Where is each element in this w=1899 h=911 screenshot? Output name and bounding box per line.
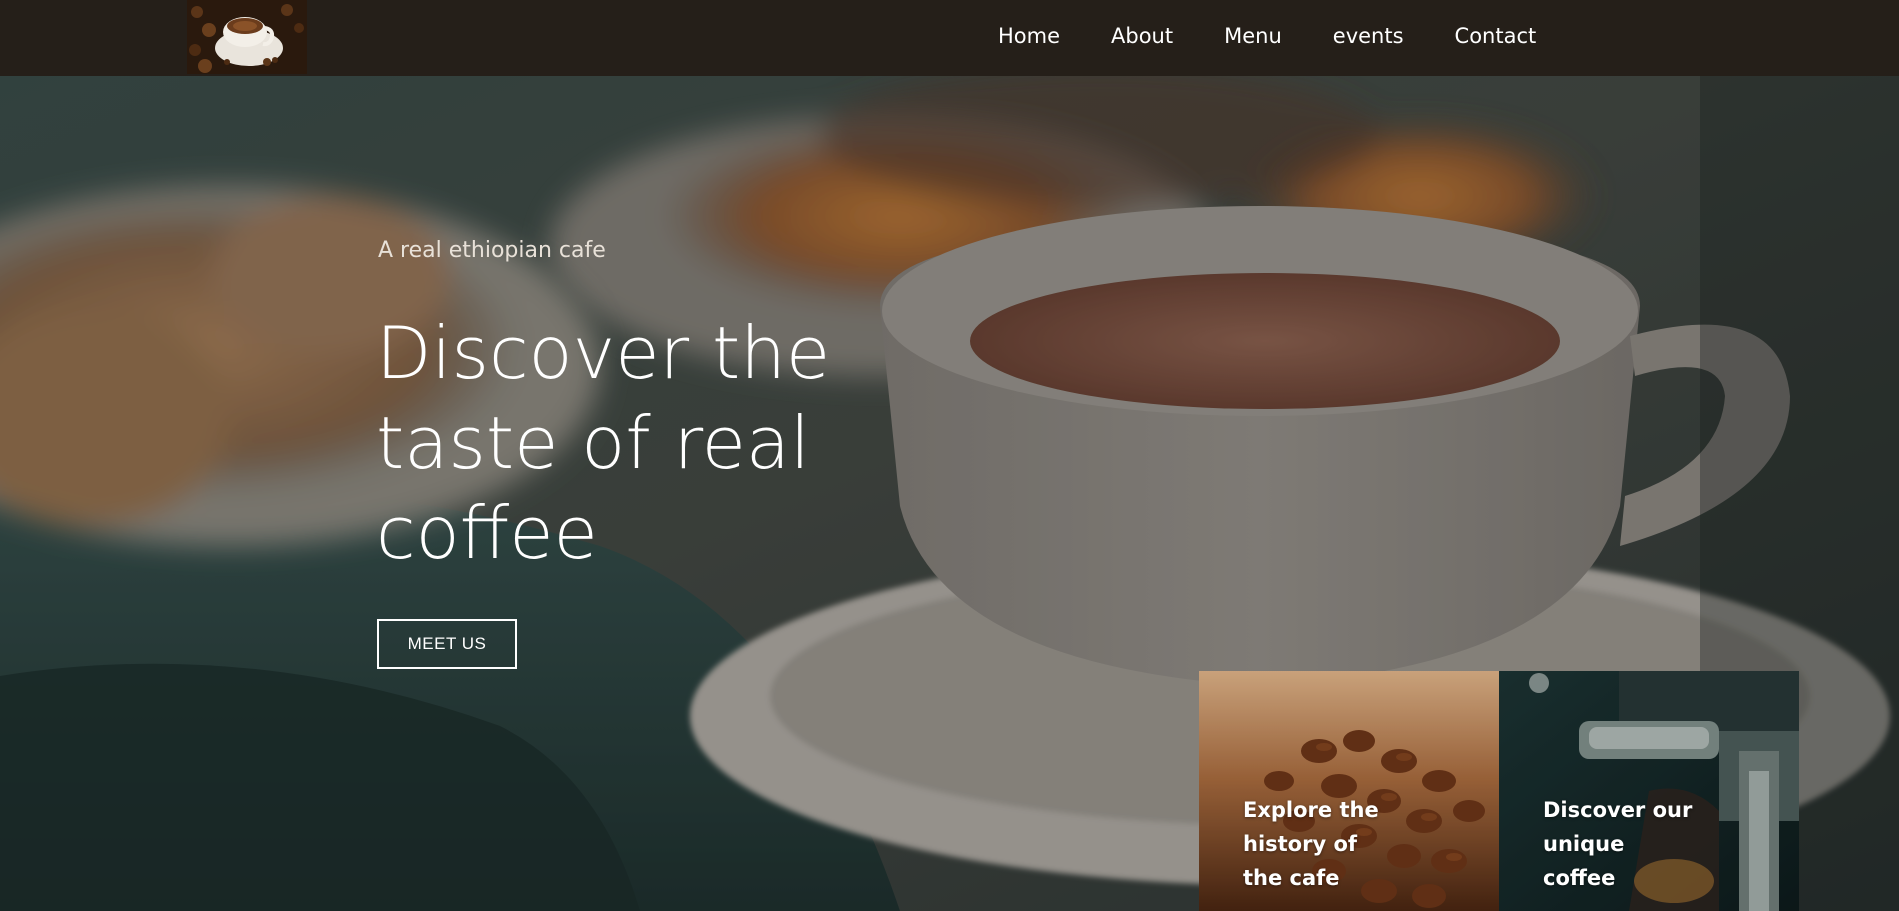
- meet-us-button[interactable]: MEET US: [377, 619, 517, 669]
- nav-home-link[interactable]: Home: [998, 24, 1060, 48]
- coffee-card[interactable]: Discover our unique coffee: [1499, 671, 1799, 911]
- nav-menu-link[interactable]: Menu: [1224, 24, 1282, 48]
- main-nav: Home About Menu events Contact: [998, 24, 1587, 48]
- nav-about-link[interactable]: About: [1111, 24, 1173, 48]
- history-card-text: Explore the history of the cafe: [1243, 798, 1379, 890]
- history-card[interactable]: Explore the history of the cafe: [1199, 671, 1499, 911]
- nav-contact-link[interactable]: Contact: [1455, 24, 1537, 48]
- nav-events-link[interactable]: events: [1333, 24, 1404, 48]
- hero-section: A real ethiopian cafe Discover the taste…: [0, 76, 1899, 911]
- navbar: Home About Menu events Contact: [0, 0, 1899, 76]
- logo[interactable]: [187, 0, 307, 74]
- hero-title: Discover the taste of real coffee: [376, 311, 831, 575]
- coffee-card-text: Discover our unique coffee: [1543, 798, 1693, 890]
- hero-subtitle: A real ethiopian cafe: [378, 238, 606, 263]
- coffee-cup-logo-icon: [187, 0, 307, 74]
- page: Home About Menu events Contact A real et…: [0, 0, 1899, 911]
